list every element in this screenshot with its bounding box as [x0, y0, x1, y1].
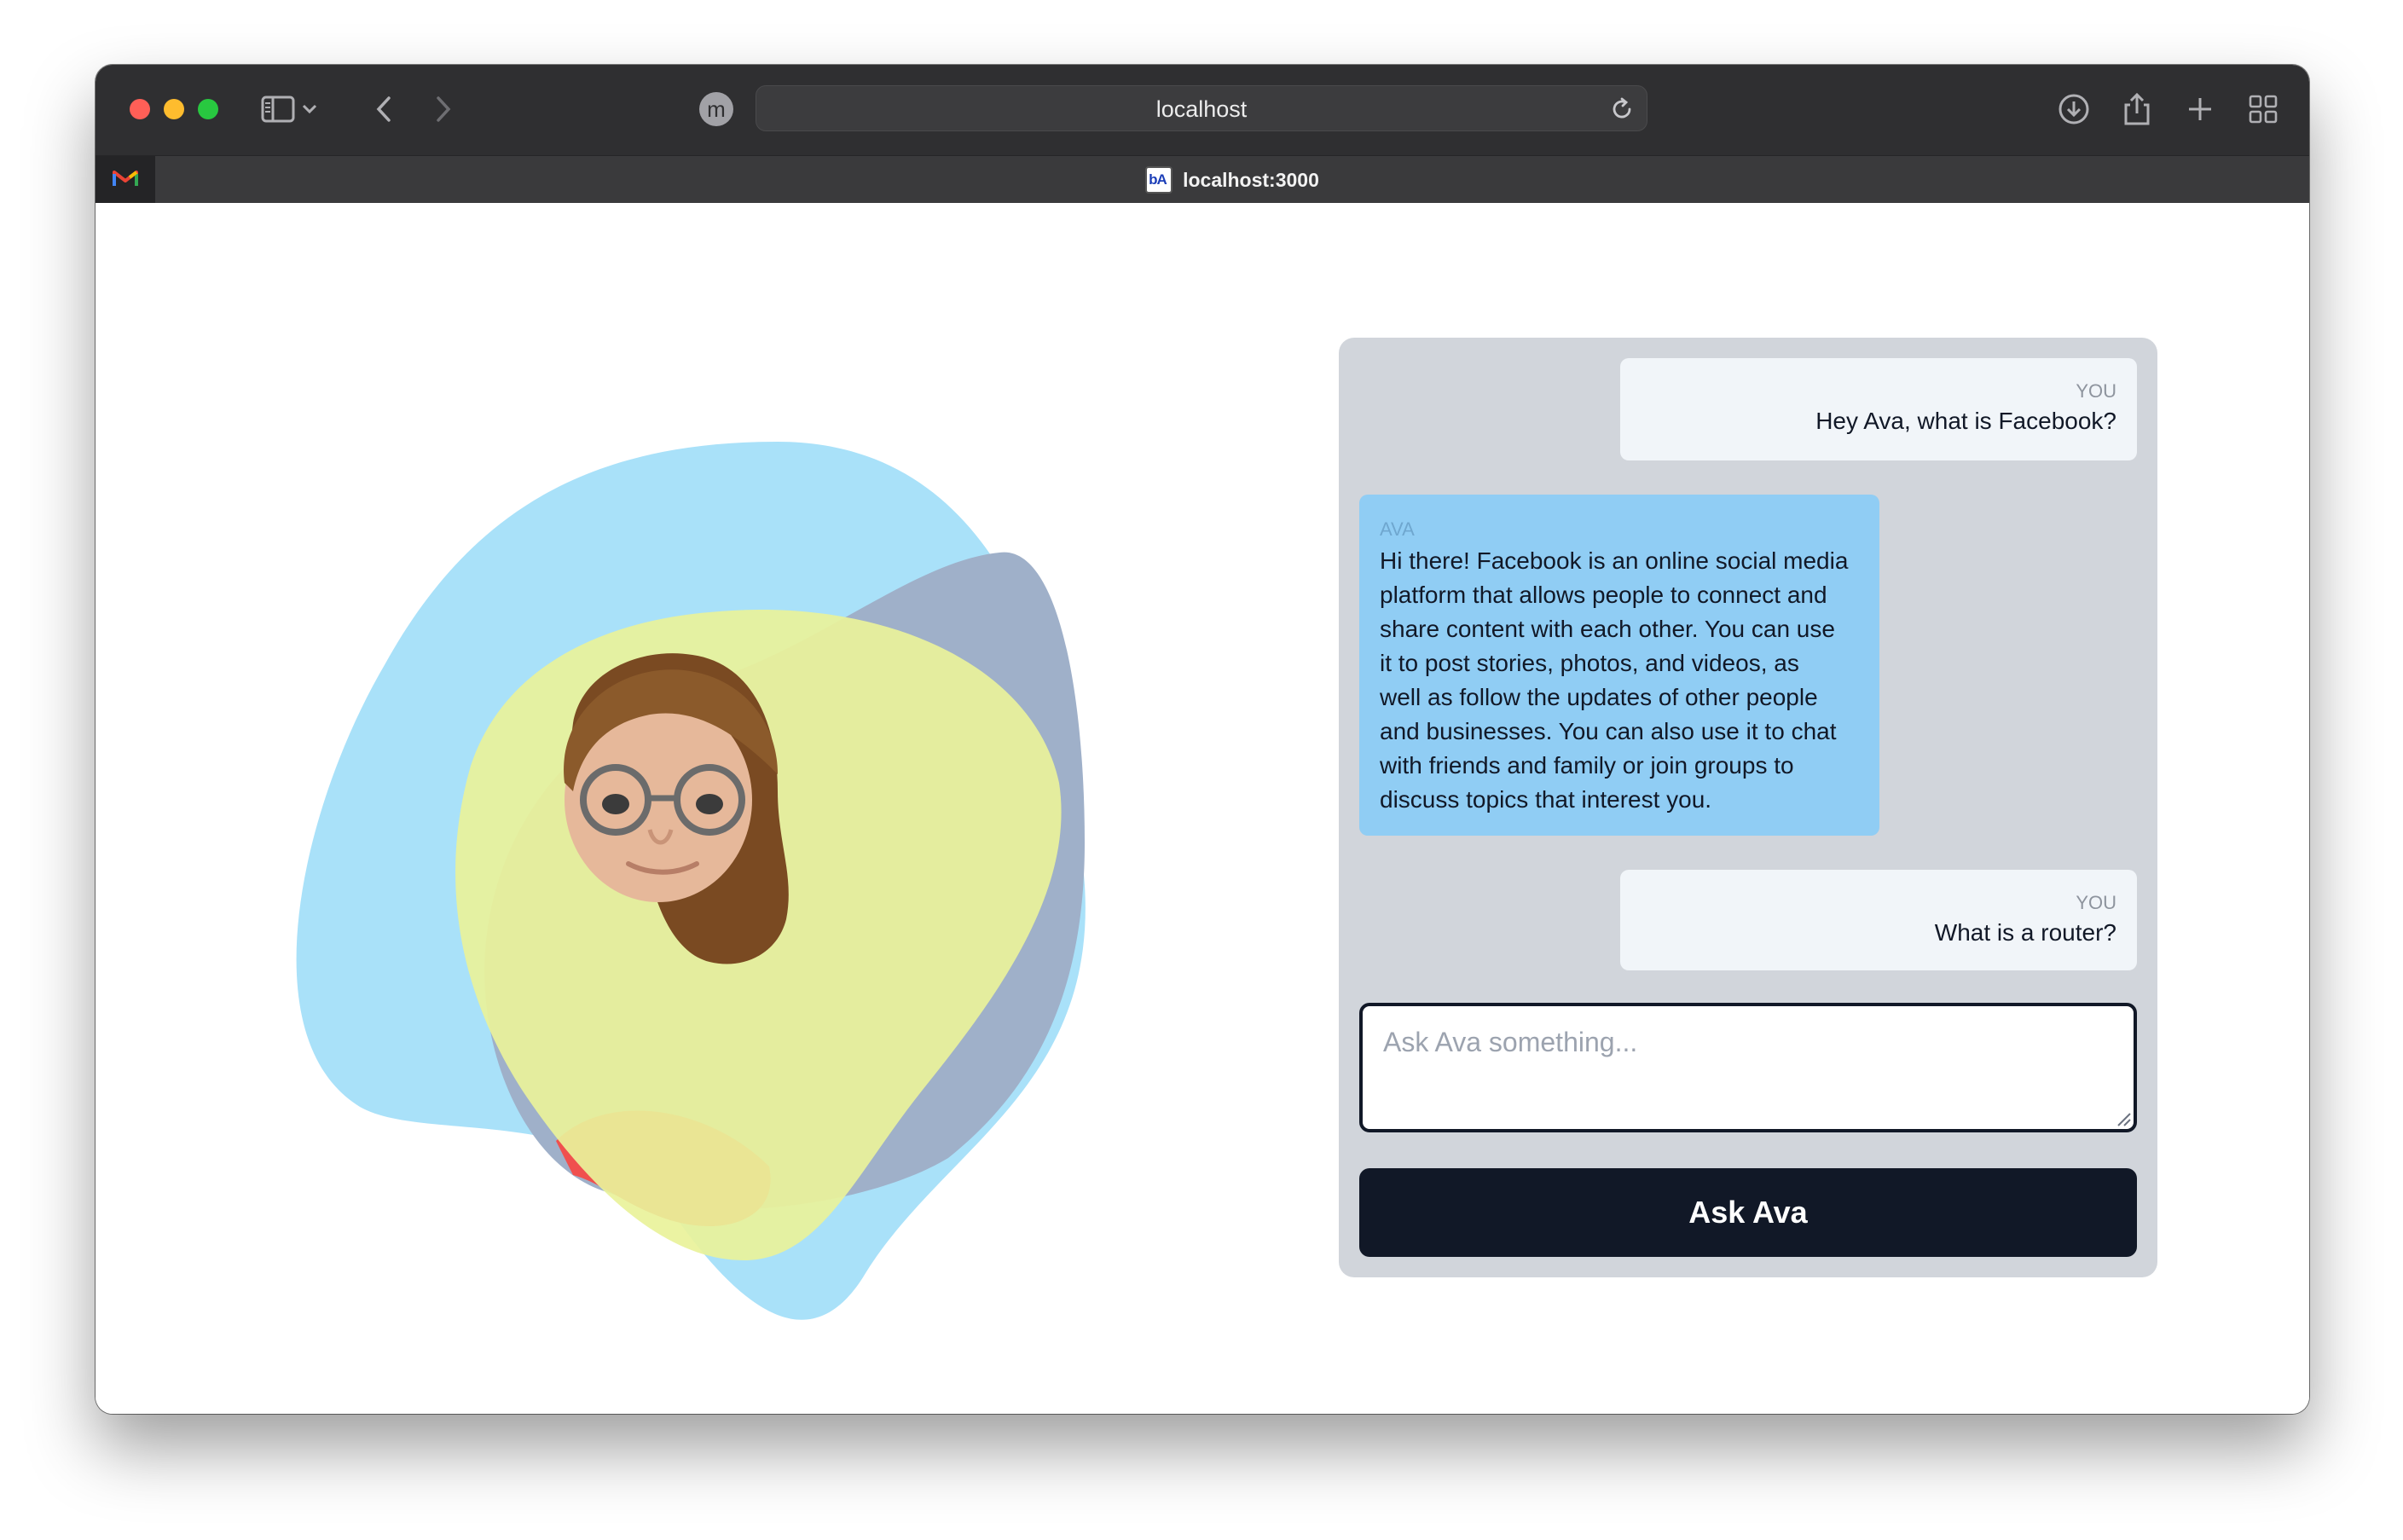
- browser-window: m localhost bA localhost:3000 YOU Hey Av…: [96, 65, 2309, 1414]
- reload-icon[interactable]: [1609, 96, 1635, 126]
- address-bar[interactable]: localhost: [756, 85, 1647, 131]
- plus-icon[interactable]: [2181, 90, 2219, 128]
- chat-message-user: YOU Hey Ava, what is Facebook?: [1620, 358, 2137, 460]
- url-text: localhost: [1155, 96, 1248, 122]
- chat-panel: YOU Hey Ava, what is Facebook? AVA Hi th…: [1339, 338, 2157, 1277]
- message-sender: AVA: [1380, 518, 1415, 540]
- minimize-window-button[interactable]: [164, 99, 184, 119]
- message-sender: YOU: [2076, 380, 2116, 402]
- message-line: discuss topics that interest you.: [1380, 786, 1712, 813]
- grid-icon[interactable]: [2244, 90, 2282, 128]
- message-line: it to post stories, photos, and videos, …: [1380, 650, 1799, 676]
- message-line: platform that allows people to connect a…: [1380, 582, 1827, 608]
- message-line: well as follow the updates of other peop…: [1380, 684, 1818, 710]
- tab-title: localhost:3000: [1183, 168, 1319, 191]
- message-sender: YOU: [2076, 892, 2116, 913]
- gmail-icon: [113, 169, 138, 192]
- tab-localhost[interactable]: bA localhost:3000: [155, 156, 2309, 204]
- chevron-down-icon[interactable]: [297, 90, 322, 128]
- download-icon[interactable]: [2055, 90, 2093, 128]
- ava-avatar: [522, 646, 812, 992]
- browser-toolbar: m localhost: [96, 65, 2309, 155]
- message-line: with friends and family or join groups t…: [1380, 752, 1794, 779]
- message-line: share content with each other. You can u…: [1380, 616, 1835, 642]
- message-text: Hey Ava, what is Facebook?: [1815, 408, 2116, 434]
- tab-bar: bA localhost:3000: [96, 155, 2309, 204]
- favicon-text: bA: [1149, 171, 1167, 188]
- ask-input[interactable]: [1359, 1003, 2137, 1132]
- message-line: and businesses. You can also use it to c…: [1380, 718, 1837, 744]
- chat-message-ava: AVA Hi there! Facebook is an online soci…: [1359, 495, 1879, 836]
- page-content: YOU Hey Ava, what is Facebook? AVA Hi th…: [96, 203, 2309, 1414]
- chevron-left-icon[interactable]: [365, 90, 402, 128]
- site-favicon: bA: [1145, 166, 1173, 194]
- message-text: Hi there! Facebook is an online social m…: [1380, 544, 1859, 817]
- ask-ava-button[interactable]: Ask Ava: [1359, 1168, 2137, 1257]
- chat-message-user: YOU What is a router?: [1620, 870, 2137, 970]
- chevron-right-icon[interactable]: [425, 90, 462, 128]
- pinned-tab[interactable]: [96, 156, 155, 204]
- message-line: Hi there! Facebook is an online social m…: [1380, 547, 1849, 574]
- resize-handle-icon[interactable]: [2115, 1110, 2132, 1132]
- sidebar-icon[interactable]: [259, 90, 297, 128]
- profile-avatar[interactable]: m: [699, 92, 733, 126]
- message-text: What is a router?: [1934, 919, 2116, 946]
- maximize-window-button[interactable]: [198, 99, 218, 119]
- share-icon[interactable]: [2118, 90, 2156, 128]
- close-window-button[interactable]: [130, 99, 150, 119]
